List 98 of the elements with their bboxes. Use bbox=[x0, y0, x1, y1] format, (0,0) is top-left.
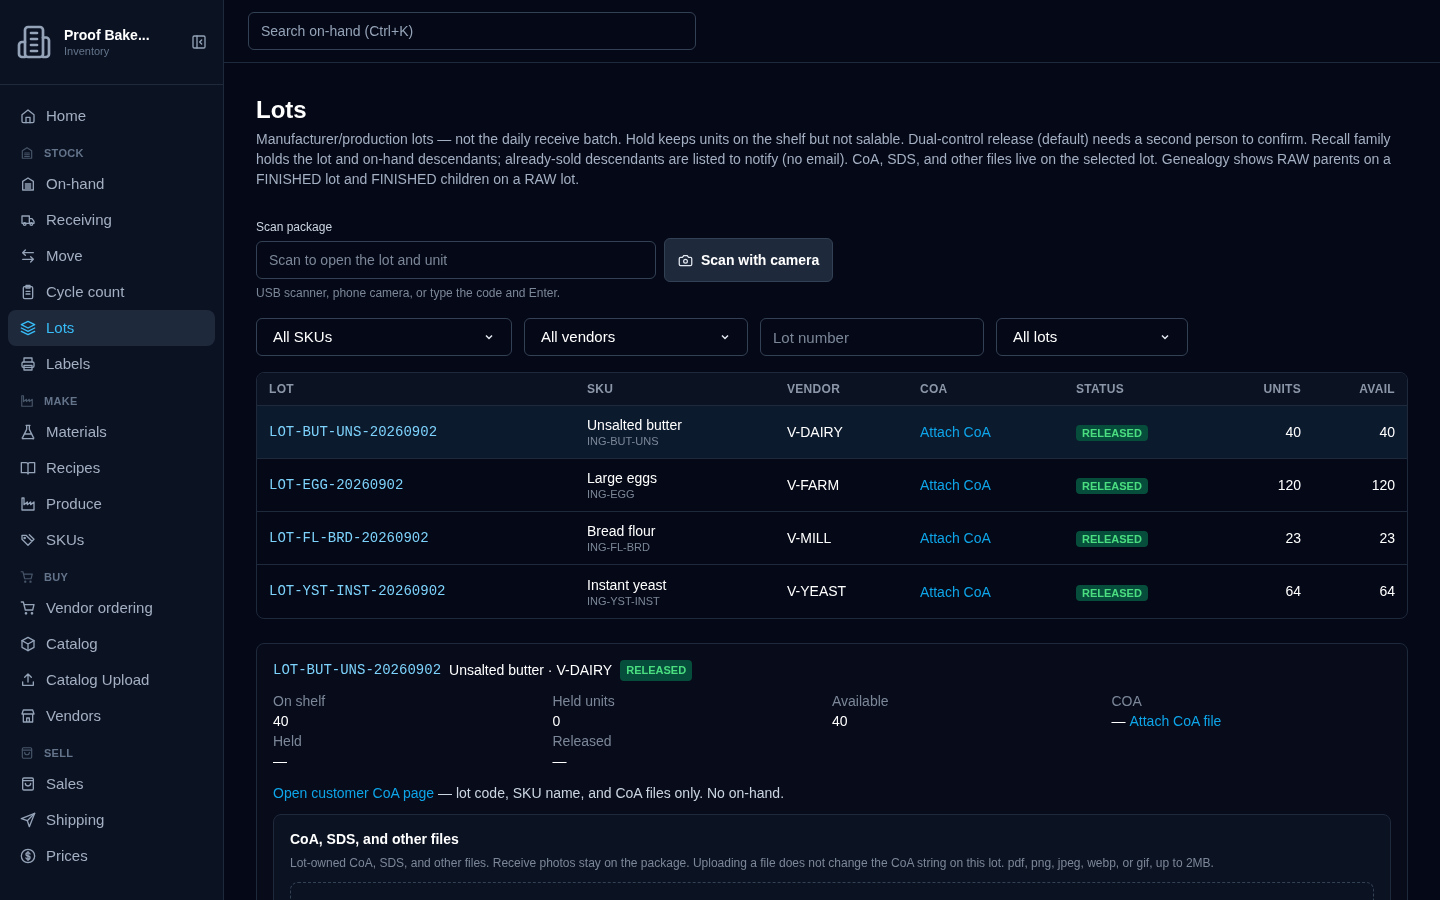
table-cell-text: V-FARM bbox=[787, 475, 841, 495]
table-cell-text: 23 bbox=[1284, 528, 1301, 548]
nav-item[interactable]: Receiving bbox=[8, 202, 215, 238]
filter-dropdown[interactable]: All SKUs bbox=[256, 318, 512, 356]
search-field[interactable]: Search on-hand (Ctrl+K) bbox=[248, 12, 696, 50]
scan-hint: USB scanner, phone camera, or type the code and Enter. bbox=[256, 285, 562, 301]
attach-coa-link[interactable]: Attach CoA bbox=[920, 583, 991, 600]
nav-item[interactable]: Catalog bbox=[8, 626, 215, 662]
scan-label: Scan package bbox=[256, 219, 334, 235]
page-description: Manufacturer/production lots — not the daily receive batch. Hold keeps units on the shelf but not salable. Dual-control release (default) needs a second person to confirm. Recall family holds the lot and on-hand descendants; already-sold descendants are listed to notify (no email). CoA, SDS, and other files live on the selected lot. Genealogy shows RAW parents on a FINISHED lot and FINISHED children on a RAW lot. bbox=[256, 130, 1392, 189]
table-cell-text: 23 bbox=[1378, 528, 1395, 548]
column-header: SKU bbox=[587, 381, 615, 398]
column-header: AVAIL bbox=[1358, 381, 1395, 398]
customer-coa-link[interactable]: Open customer CoA page bbox=[273, 785, 435, 801]
nav-item[interactable]: Sales bbox=[8, 766, 215, 802]
attach-coa-link[interactable]: Attach CoA bbox=[920, 477, 991, 493]
nav-item[interactable]: Prices bbox=[8, 838, 215, 874]
stat-value: 40 bbox=[832, 712, 848, 731]
table-cell-text: 64 bbox=[1284, 582, 1301, 601]
files-title: CoA, SDS, and other files bbox=[290, 830, 460, 849]
lot-title: Unsalted butter · V-DAIRY bbox=[449, 661, 613, 680]
attach-coa-file-link[interactable]: Attach CoA file bbox=[1129, 711, 1222, 731]
attach-coa-link[interactable]: Attach CoA bbox=[920, 424, 991, 440]
section-heading: SELL bbox=[44, 745, 74, 761]
nav-item[interactable]: Labels bbox=[8, 346, 215, 382]
status-badge: RELEASED bbox=[1076, 584, 1148, 601]
table-row[interactable]: LOT-EGG-20260902 Large eggs ING-EGG V-FARM Attach CoA RELEASED 120 120 bbox=[257, 459, 1407, 512]
nav-item[interactable]: SKUs bbox=[8, 522, 215, 558]
sku-code: ING-BUT-UNS bbox=[587, 434, 660, 448]
brand-subtitle: Inventory bbox=[64, 44, 111, 58]
table-cell-text: V-DAIRY bbox=[787, 422, 844, 442]
stat-label: Available bbox=[832, 692, 890, 711]
stat-value: 0 bbox=[552, 712, 561, 731]
lot-code[interactable]: LOT-EGG-20260902 bbox=[269, 474, 587, 496]
nav-item[interactable]: Shipping bbox=[8, 802, 215, 838]
scan-camera-button[interactable]: Scan with camera bbox=[664, 238, 834, 282]
table-row[interactable]: LOT-FL-BRD-20260902 Bread flour ING-FL-BRD V-MILL Attach CoA RELEASED 23 23 bbox=[257, 512, 1407, 565]
stat-value: — bbox=[273, 752, 287, 771]
nav-item[interactable]: Lots bbox=[8, 310, 215, 346]
nav-item[interactable]: Materials bbox=[8, 414, 215, 450]
table-cell-text: V-MILL bbox=[787, 528, 833, 548]
sku-name: Instant yeast bbox=[587, 575, 668, 594]
stat-value: — bbox=[1111, 712, 1126, 731]
nav-item[interactable]: Vendors bbox=[8, 698, 215, 734]
nav-item[interactable]: Vendor ordering bbox=[8, 590, 215, 626]
sku-name: Large eggs bbox=[587, 469, 659, 487]
lot-code: LOT-BUT-UNS-20260902 bbox=[273, 661, 442, 680]
table-row[interactable]: LOT-YST-INST-20260902 Instant yeast ING-YST-INST V-YEAST Attach CoA RELEASED 64 64 bbox=[257, 565, 1407, 618]
nav-item[interactable]: Catalog Upload bbox=[8, 662, 215, 698]
nav-item[interactable]: On-hand bbox=[8, 166, 215, 202]
stat-label: Held bbox=[273, 732, 303, 751]
sku-name: Bread flour bbox=[587, 522, 657, 540]
status-badge: RELEASED bbox=[1076, 478, 1148, 494]
lot-number-field[interactable]: Lot number bbox=[760, 318, 984, 356]
column-header: VENDOR bbox=[787, 381, 842, 398]
filter-dropdown[interactable]: All vendors bbox=[524, 318, 748, 356]
status-badge: RELEASED bbox=[1076, 531, 1148, 547]
column-header: STATUS bbox=[1076, 381, 1126, 398]
stat-label: Released bbox=[552, 732, 613, 751]
stat-value: 40 bbox=[273, 712, 289, 731]
stat-label: On shelf bbox=[273, 692, 327, 711]
lot-code[interactable]: LOT-YST-INST-20260902 bbox=[269, 581, 587, 602]
table-cell-text: 40 bbox=[1378, 422, 1395, 442]
table-cell-text: 120 bbox=[1370, 475, 1395, 495]
attach-coa-link[interactable]: Attach CoA bbox=[920, 530, 991, 546]
brand-name: Proof Bake... bbox=[64, 26, 151, 44]
sku-code: ING-FL-BRD bbox=[587, 540, 651, 554]
nav-item[interactable]: Home bbox=[8, 98, 215, 134]
status-badge: RELEASED bbox=[620, 660, 693, 681]
status-badge: RELEASED bbox=[1076, 425, 1148, 441]
sku-code: ING-EGG bbox=[587, 487, 636, 501]
table-cell-text: 64 bbox=[1378, 582, 1395, 601]
section-heading: MAKE bbox=[44, 393, 78, 409]
scan-field[interactable]: Scan to open the lot and unit bbox=[256, 241, 656, 279]
nav-item[interactable]: Recipes bbox=[8, 450, 215, 486]
sku-name: Unsalted butter bbox=[587, 416, 683, 434]
filter-dropdown[interactable]: All lots bbox=[996, 318, 1188, 356]
sku-code: ING-YST-INST bbox=[587, 593, 661, 608]
table-cell-text: V-YEAST bbox=[787, 582, 848, 601]
lot-code[interactable]: LOT-BUT-UNS-20260902 bbox=[269, 421, 587, 443]
section-heading: STOCK bbox=[44, 145, 84, 161]
nav-item[interactable]: Produce bbox=[8, 486, 215, 522]
column-header: COA bbox=[920, 381, 949, 398]
table-row[interactable]: LOT-BUT-UNS-20260902 Unsalted butter ING-BUT-UNS V-DAIRY Attach CoA RELEASED 40 40 bbox=[257, 406, 1407, 459]
files-description: Lot-owned CoA, SDS, and other files. Receive photos stay on the package. Uploading a file does not change the CoA string on this lot. pdf, png, jpeg, webp, or gif, up to 2MB. bbox=[290, 855, 1215, 872]
page-title: Lots bbox=[256, 95, 308, 125]
customer-coa-note: — lot code, SKU name, and CoA files only. No on-hand. bbox=[438, 785, 785, 801]
stat-label: Held units bbox=[552, 692, 616, 711]
section-heading: BUY bbox=[44, 569, 69, 585]
column-header: LOT bbox=[269, 381, 295, 398]
lot-code[interactable]: LOT-FL-BRD-20260902 bbox=[269, 527, 587, 549]
column-header: UNITS bbox=[1262, 381, 1301, 398]
nav-item[interactable]: Cycle count bbox=[8, 274, 215, 310]
table-cell-text: 120 bbox=[1276, 475, 1301, 495]
table-cell-text: 40 bbox=[1284, 422, 1301, 442]
stat-value: — bbox=[552, 752, 567, 771]
nav-item[interactable]: Move bbox=[8, 238, 215, 274]
stat-label: COA bbox=[1111, 692, 1143, 711]
